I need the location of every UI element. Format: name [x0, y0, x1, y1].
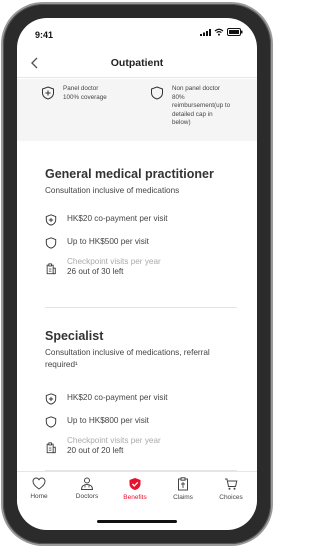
panel-coverage: Panel doctor 100% coverage [41, 85, 107, 102]
wifi-icon [214, 28, 224, 36]
navigation-bar: Outpatient [17, 48, 257, 78]
home-indicator[interactable] [97, 520, 177, 523]
shield-check-icon [129, 478, 141, 490]
phone-frame: 9:41 Outpatient Panel doctor 100% covera… [3, 4, 271, 544]
app-screen: 9:41 Outpatient Panel doctor 100% covera… [17, 18, 257, 530]
shield-plus-icon [45, 393, 57, 405]
non-panel-coverage-text: Non panel doctor 80% reimbursement(up to… [172, 85, 231, 127]
gp-section: General medical practitioner Consultatio… [45, 167, 235, 197]
gp-checkpoint-value: 26 out of 30 left [67, 267, 124, 276]
tab-claims[interactable]: Claims [161, 477, 205, 501]
section-divider [45, 307, 237, 308]
gp-copay-row: HK$20 co-payment per visit [45, 213, 168, 226]
clipboard-icon [46, 442, 56, 454]
specialist-title: Specialist [45, 329, 104, 343]
gp-checkpoint-row: Checkpoint visits per year 26 out of 30 … [45, 257, 161, 277]
tab-benefits[interactable]: Benefits [113, 477, 157, 501]
doctor-icon [80, 477, 94, 490]
specialist-section: Specialist Consultation inclusive of med… [45, 329, 235, 370]
status-icons [200, 28, 243, 36]
tab-doctors[interactable]: Doctors [65, 477, 109, 500]
page-title: Outpatient [110, 57, 164, 69]
tab-benefits-label: Benefits [123, 494, 147, 501]
heart-icon [32, 477, 46, 490]
tab-doctors-label: Doctors [75, 493, 99, 500]
coverage-summary: Panel doctor 100% coverage Non panel doc… [17, 79, 257, 141]
signal-icon [200, 28, 211, 36]
tab-choices-label: Choices [219, 494, 243, 501]
tab-home[interactable]: Home [17, 477, 61, 500]
specialist-checkpoint-row: Checkpoint visits per year 20 out of 20 … [45, 436, 161, 456]
non-panel-coverage: Non panel doctor 80% reimbursement(up to… [150, 85, 250, 128]
specialist-copay-text: HK$20 co-payment per visit [67, 393, 168, 402]
shield-icon [45, 237, 57, 249]
clipboard-icon [46, 263, 56, 275]
gp-checkpoint-label: Checkpoint visits per year [67, 257, 161, 266]
shield-plus-icon [42, 86, 54, 100]
panel-coverage-text: Panel doctor 100% coverage [63, 85, 107, 101]
specialist-cap-row: Up to HK$800 per visit [45, 415, 149, 428]
tab-choices[interactable]: Choices [209, 477, 253, 501]
tab-claims-label: Claims [173, 494, 193, 501]
shield-icon [151, 86, 163, 100]
gp-title: General medical practitioner [45, 167, 214, 181]
benefits-content[interactable]: Panel doctor 100% coverage Non panel doc… [17, 79, 257, 471]
shield-plus-icon [45, 214, 57, 226]
tab-home-label: Home [30, 493, 48, 500]
status-time: 9:41 [35, 30, 54, 40]
specialist-copay-row: HK$20 co-payment per visit [45, 392, 168, 405]
gp-subtitle: Consultation inclusive of medications [45, 186, 180, 195]
shield-icon [45, 416, 57, 428]
cart-icon [225, 478, 238, 490]
status-bar: 9:41 [17, 18, 257, 48]
gp-copay-text: HK$20 co-payment per visit [67, 214, 168, 223]
specialist-cap-text: Up to HK$800 per visit [67, 416, 149, 425]
battery-icon [227, 28, 243, 36]
gp-cap-row: Up to HK$500 per visit [45, 236, 149, 249]
tab-bar: Home Doctors Benefits Claims Choices [17, 471, 257, 511]
specialist-checkpoint-label: Checkpoint visits per year [67, 436, 161, 445]
claims-clipboard-icon [178, 477, 188, 491]
gp-cap-text: Up to HK$500 per visit [67, 237, 149, 246]
specialist-subtitle: Consultation inclusive of medications, r… [45, 348, 210, 369]
specialist-checkpoint-value: 20 out of 20 left [67, 446, 124, 455]
